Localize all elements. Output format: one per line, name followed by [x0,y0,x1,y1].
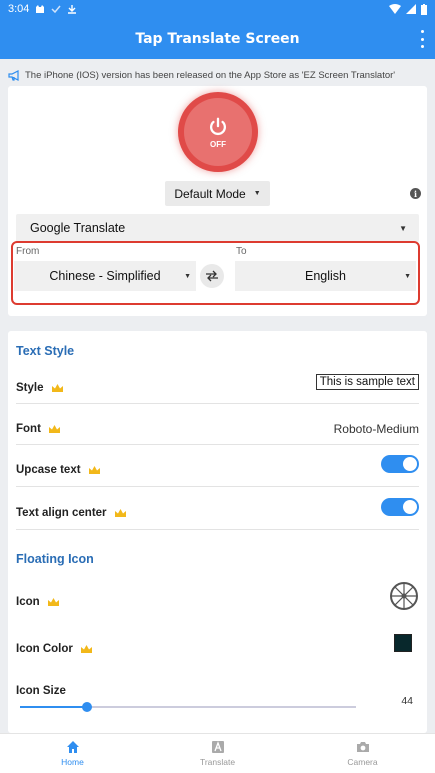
swap-icon [206,270,218,282]
swap-languages-button[interactable] [200,264,224,288]
home-icon [66,741,79,753]
upcase-row: Upcase text [16,455,419,476]
signal-icon [406,4,416,14]
camera-icon [356,742,369,752]
nav-translate[interactable]: Translate [145,734,290,773]
font-value[interactable]: Roboto-Medium [334,422,419,436]
slider-fill [20,706,88,708]
nav-home[interactable]: Home [0,734,145,773]
crown-icon [48,425,60,433]
megaphone-icon [8,69,19,81]
nav-home-label: Home [61,757,84,767]
battery-icon [421,3,427,15]
text-align-center-toggle[interactable] [381,498,419,516]
engine-value: Google Translate [30,221,126,235]
upcase-label: Upcase text [16,464,81,476]
status-bar: 3:04 [0,0,435,18]
settings-card: Text Style Style This is sample text Fon… [8,331,427,733]
wifi-icon [389,4,401,14]
to-language-value: English [305,269,346,283]
download-icon [68,5,77,14]
power-button[interactable]: OFF [178,92,258,172]
app-bar: Tap Translate Screen [0,18,435,59]
style-label: Style [16,382,44,394]
notice-banner[interactable]: The iPhone (IOS) version has been releas… [8,65,428,85]
icon-label: Icon [16,596,40,608]
caret-down-icon: ▼ [404,273,411,280]
divider [16,403,419,404]
icon-size-row: Icon Size [16,685,419,697]
mode-value: Default Mode [174,186,246,201]
from-label: From [16,246,40,257]
nav-camera[interactable]: Camera [290,734,435,773]
icon-size-label: Icon Size [16,685,66,697]
caret-down-icon: ▼ [253,190,261,197]
icon-size-value: 44 [401,695,413,707]
nav-translate-label: Translate [199,757,236,767]
translate-icon [211,741,224,753]
font-label: Font [16,423,41,435]
text-style-title: Text Style [16,344,75,358]
icon-row[interactable]: Icon [16,582,419,610]
crown-icon [80,645,92,653]
more-vertical-icon[interactable] [419,30,425,48]
style-sample[interactable]: This is sample text [315,374,419,390]
from-language-dropdown[interactable]: Chinese - Simplified ▼ [14,261,196,291]
translate-control-card: OFF Default Mode ▼ i Google Translate ▼ … [8,86,427,316]
wheel-icon[interactable] [389,581,419,611]
slider-thumb[interactable] [82,702,93,712]
caret-down-icon: ▼ [184,273,191,280]
icon-size-slider[interactable] [20,702,356,712]
upcase-toggle[interactable] [381,455,419,473]
divider [16,486,419,487]
caret-down-icon: ▼ [399,224,407,233]
font-row[interactable]: Font Roboto-Medium [16,422,419,436]
crown-icon [114,509,126,517]
icon-color-label: Icon Color [16,643,73,655]
check-icon [51,5,61,14]
icon-color-row[interactable]: Icon Color [16,634,419,655]
icon-color-swatch[interactable] [394,634,412,652]
bottom-navigation: Home Translate Camera [0,733,435,773]
to-label: To [236,246,247,257]
notice-text: The iPhone (IOS) version has been releas… [25,69,396,81]
app-title: Tap Translate Screen [135,30,300,47]
crown-icon [47,598,59,606]
language-selector: From Chinese - Simplified ▼ To English ▼ [11,241,420,305]
floating-icon-title: Floating Icon [16,552,94,566]
nav-camera-label: Camera [347,757,378,767]
translation-engine-dropdown[interactable]: Google Translate ▼ [16,214,419,242]
style-row[interactable]: Style This is sample text [16,374,419,394]
crown-icon [88,466,100,474]
power-state-label: OFF [210,139,226,149]
cat-icon [36,5,45,13]
mode-dropdown[interactable]: Default Mode ▼ [165,181,270,206]
text-align-center-row: Text align center [16,498,419,519]
status-time: 3:04 [8,3,30,15]
divider [16,444,419,445]
crown-icon [51,384,63,392]
divider [16,529,419,530]
from-language-value: Chinese - Simplified [49,269,161,283]
text-align-center-label: Text align center [16,507,107,519]
to-language-dropdown[interactable]: English ▼ [235,261,416,291]
power-icon [209,117,227,135]
info-icon[interactable]: i [410,188,421,199]
